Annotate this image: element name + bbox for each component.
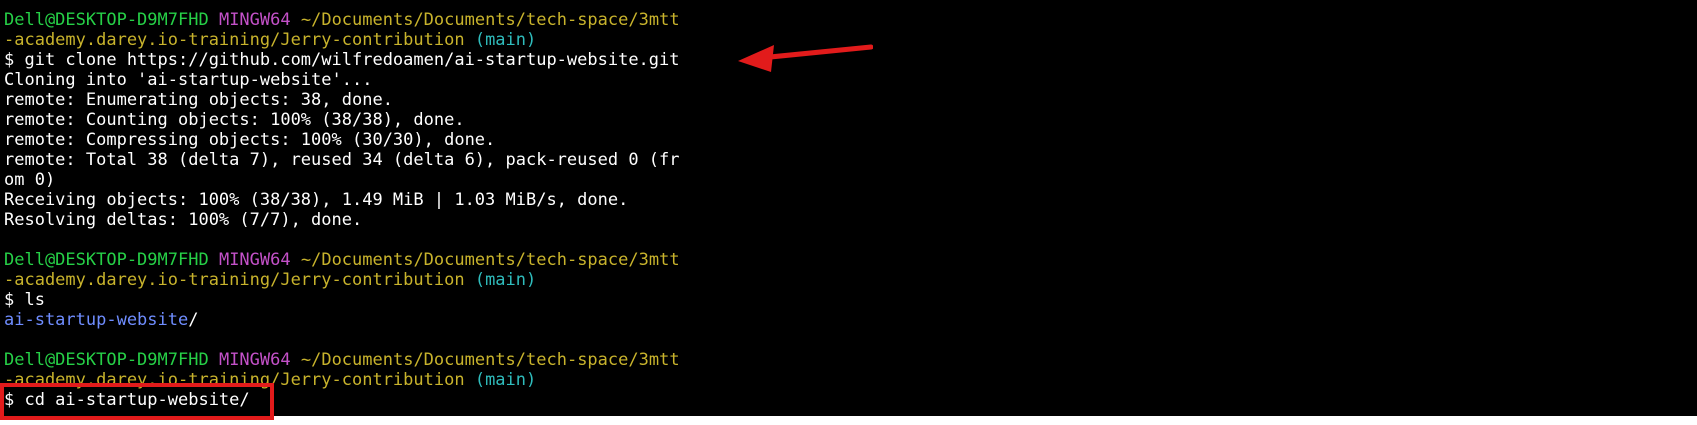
ls-output-line: ai-startup-website/ <box>4 310 1697 330</box>
prompt-line: Dell@DESKTOP-D9M7FHD MINGW64 ~/Documents… <box>4 10 1697 30</box>
prompt-env: MINGW64 <box>218 10 291 30</box>
prompt-path: ~/Documents/Documents/tech-space/3mtt <box>300 250 680 270</box>
output-line: remote: Total 38 (delta 7), reused 34 (d… <box>4 150 680 170</box>
arrow-head <box>738 45 774 72</box>
directory-entry: ai-startup-website <box>4 310 189 330</box>
prompt-path: ~/Documents/Documents/tech-space/3mtt <box>300 10 680 30</box>
prompt-env: MINGW64 <box>218 250 291 270</box>
prompt-user-host: Dell@DESKTOP-D9M7FHD <box>4 250 209 270</box>
prompt-path: ~/Documents/Documents/tech-space/3mtt <box>300 350 680 370</box>
prompt-branch: (main) <box>474 370 537 390</box>
command-highlight-box <box>0 383 274 420</box>
prompt-path-continued: -academy.darey.io-training/Jerry-contrib… <box>4 30 465 50</box>
prompt-user-host: Dell@DESKTOP-D9M7FHD <box>4 10 209 30</box>
prompt-path-continued: -academy.darey.io-training/Jerry-contrib… <box>4 270 465 290</box>
prompt-branch: (main) <box>474 270 537 290</box>
output-line: om 0) <box>4 170 56 190</box>
output-line: remote: Enumerating objects: 38, done. <box>4 90 393 110</box>
command-line: $ ls <box>4 290 45 310</box>
output-line: remote: Compressing objects: 100% (30/30… <box>4 130 496 150</box>
prompt-line: Dell@DESKTOP-D9M7FHD MINGW64 ~/Documents… <box>4 350 1697 370</box>
prompt-branch: (main) <box>474 30 537 50</box>
output-line: Receiving objects: 100% (38/38), 1.49 Mi… <box>4 190 629 210</box>
prompt-line: Dell@DESKTOP-D9M7FHD MINGW64 ~/Documents… <box>4 250 1697 270</box>
arrow-shaft <box>757 44 873 61</box>
output-line: Resolving deltas: 100% (7/7), done. <box>4 210 363 230</box>
prompt-line-continued: -academy.darey.io-training/Jerry-contrib… <box>4 270 1697 290</box>
prompt-user-host: Dell@DESKTOP-D9M7FHD <box>4 350 209 370</box>
output-line: remote: Counting objects: 100% (38/38), … <box>4 110 465 130</box>
prompt-env: MINGW64 <box>218 350 291 370</box>
directory-suffix: / <box>188 310 199 330</box>
red-arrow-annotation <box>738 44 873 72</box>
